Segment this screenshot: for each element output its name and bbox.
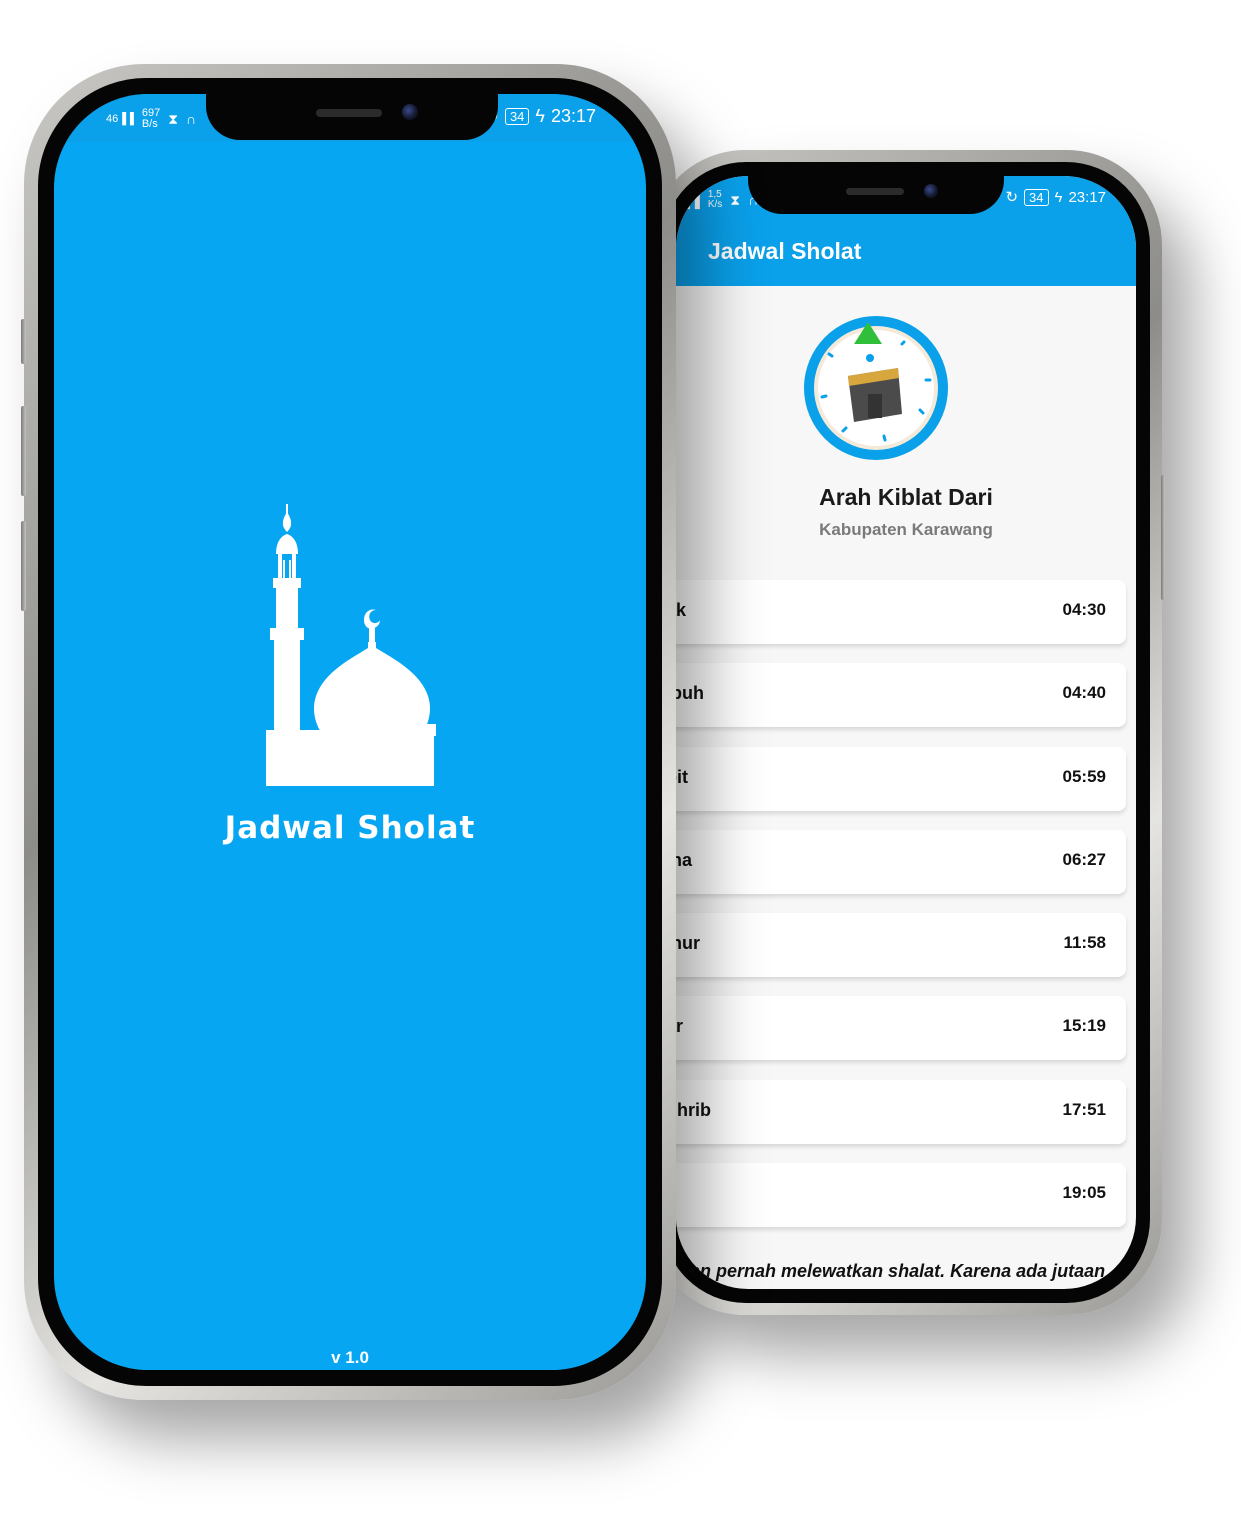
net-speed: 697 B/s xyxy=(142,108,160,130)
prayer-time: 15:19 xyxy=(1062,1016,1106,1036)
net-speed-unit: K/s xyxy=(707,199,723,210)
side-button xyxy=(21,521,26,611)
clock: 23:17 xyxy=(550,106,596,126)
camera xyxy=(402,104,418,120)
mosque-icon xyxy=(266,504,436,786)
net-speed: 1,5 K/s xyxy=(708,190,722,210)
prayer-card[interactable]: ghrib 17:51 xyxy=(676,1079,1126,1144)
signal-icon: ▐▐ xyxy=(680,192,700,208)
prayer-card[interactable]: bit 05:59 xyxy=(676,746,1126,811)
status-right: ↻ 34 ϟ 23:17 xyxy=(1005,188,1106,206)
motivation-quote: ngan pernah melewatkan shalat. Karena ad… xyxy=(676,1261,1106,1281)
prayer-time: 19:05 xyxy=(1062,1183,1106,1203)
prayer-card[interactable]: ı19:05 xyxy=(676,1163,1126,1228)
charging-icon: ϟ xyxy=(1054,188,1063,206)
camera xyxy=(924,184,938,198)
hourglass-icon: ⧗ xyxy=(168,110,179,127)
qibla-location: Kabupaten Karawang xyxy=(819,520,993,539)
battery-icon: 34 xyxy=(504,108,530,125)
prayer-time: 04:30 xyxy=(1062,600,1106,619)
hourglass-icon: ⧗ xyxy=(730,191,741,208)
prayer-schedule-screen: ▐▐ 1,5 K/s ⧗ ∩ ↻ 34 ϟ 23:17 Jadwal Shola… xyxy=(676,176,1136,1289)
speaker xyxy=(846,188,904,195)
prayer-card[interactable]: ıhur 11:58 xyxy=(676,913,1126,978)
prayer-name: bit xyxy=(676,766,688,787)
prayer-time: 05:59 xyxy=(1062,766,1106,786)
battery-icon: 34 xyxy=(1024,188,1049,206)
side-button xyxy=(21,319,26,364)
network-type: 46 xyxy=(106,113,119,125)
prayer-card[interactable]: ak 04:30 xyxy=(676,580,1126,644)
status-left: ▐▐ 1,5 K/s ⧗ ∩ xyxy=(680,190,758,210)
status-right: ↻ 34 ϟ 23:17 xyxy=(484,106,596,127)
phone-notch xyxy=(206,94,498,140)
prayer-card[interactable]: ıbuh 04:40 xyxy=(676,663,1126,728)
version-label: v 1.0 xyxy=(331,1348,369,1367)
prayer-name: ıhur xyxy=(676,933,700,954)
qibla-title: Arah Kiblat Dari xyxy=(819,484,993,510)
phone-notch xyxy=(748,176,1004,214)
clock: 23:17 xyxy=(1068,188,1106,206)
prayer-name: ıbuh xyxy=(676,683,704,704)
prayer-card[interactable]: ar 15:19 xyxy=(676,996,1126,1061)
app-bar-title: Jadwal Sholat xyxy=(708,238,862,264)
speaker xyxy=(316,109,382,117)
prayer-time: 06:27 xyxy=(1062,849,1106,869)
kaaba-compass-icon[interactable] xyxy=(802,314,950,462)
signal-icon: 46▐▐ xyxy=(106,113,134,125)
side-button xyxy=(21,406,26,496)
prayer-name: ghrib xyxy=(676,1099,711,1120)
headphones-icon: ∩ xyxy=(186,111,197,127)
prayer-time: 17:51 xyxy=(1062,1099,1106,1119)
phone-mockup-front: 46▐▐ 697 B/s ⧗ ∩ ↻ 34 ϟ 23:17 xyxy=(21,64,676,1400)
sync-icon: ↻ xyxy=(1005,189,1019,206)
status-left: 46▐▐ 697 B/s ⧗ ∩ xyxy=(106,108,196,130)
prayer-name: ar xyxy=(676,1016,684,1037)
splash-title: Jadwal Sholat xyxy=(224,810,476,846)
prayer-name: ak xyxy=(676,600,687,620)
net-speed-unit: B/s xyxy=(141,118,158,130)
prayer-list: ak 04:30 ıbuh 04:40 bit 05:59 ıha 06:27 ıhur… xyxy=(676,580,1126,1246)
splash-screen: 46▐▐ 697 B/s ⧗ ∩ ↻ 34 ϟ 23:17 xyxy=(54,94,646,1370)
prayer-time: 04:40 xyxy=(1062,683,1106,703)
prayer-name: ıha xyxy=(676,849,693,870)
side-button xyxy=(1161,475,1165,600)
prayer-card[interactable]: ıha 06:27 xyxy=(676,829,1126,894)
app-bar: Jadwal Sholat xyxy=(676,224,1136,286)
prayer-time: 11:58 xyxy=(1063,933,1106,953)
charging-icon: ϟ xyxy=(535,106,545,126)
phone-mockup-back: ▐▐ 1,5 K/s ⧗ ∩ ↻ 34 ϟ 23:17 Jadwal Shola… xyxy=(647,150,1165,1315)
